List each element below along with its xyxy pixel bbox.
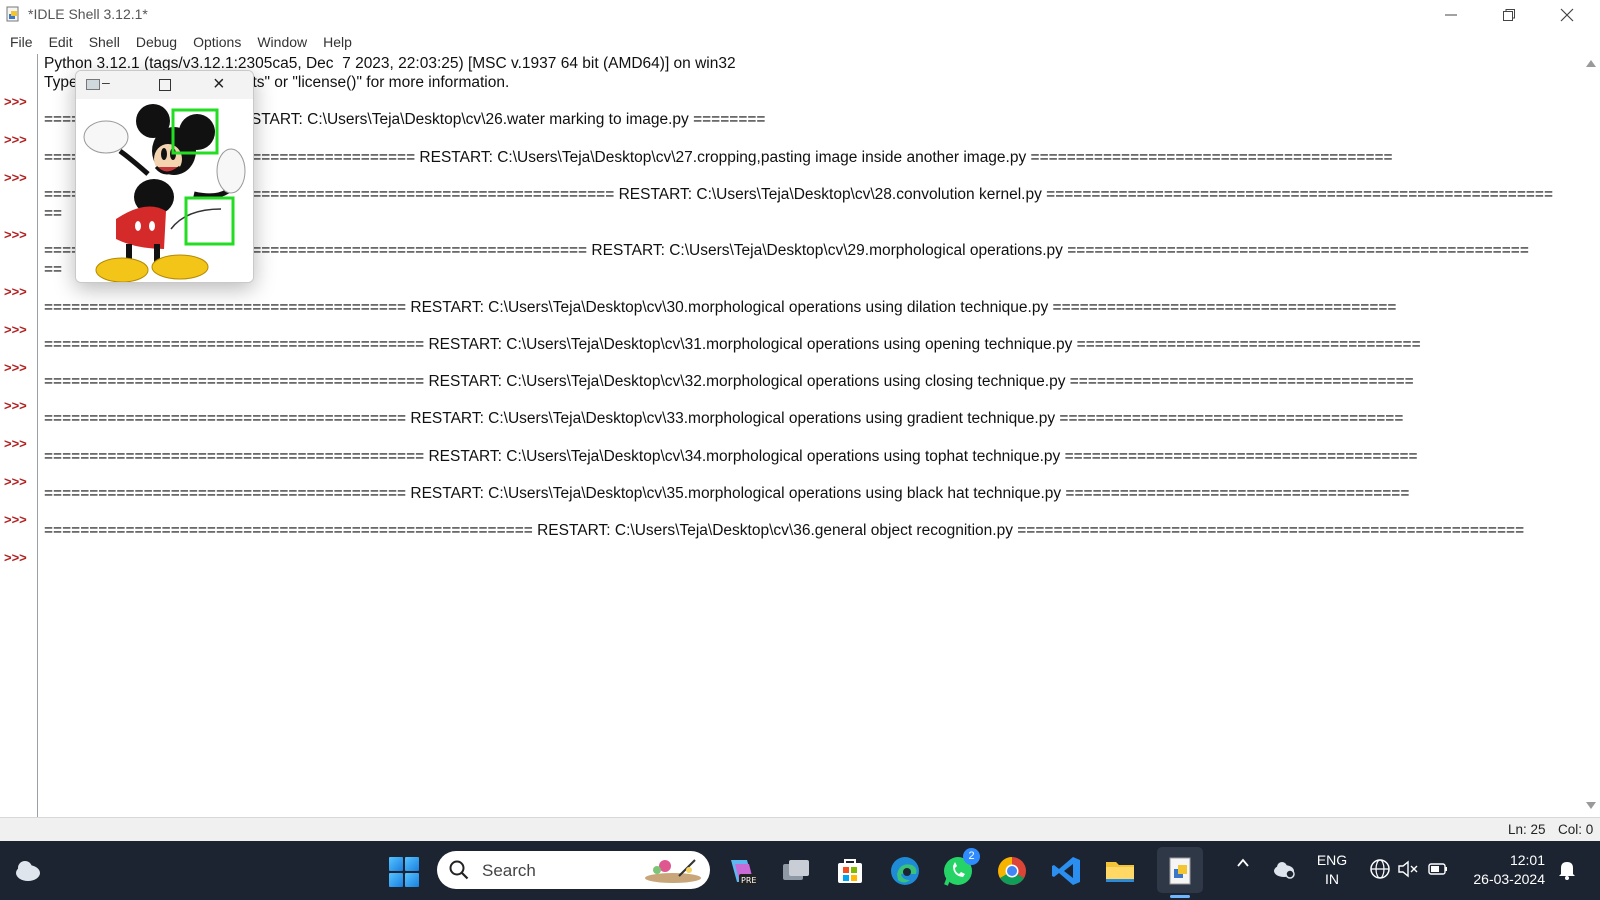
output-line: ========================================… bbox=[44, 522, 1525, 539]
menu-shell[interactable]: Shell bbox=[83, 34, 126, 50]
shell-prompt: >>> bbox=[4, 322, 27, 337]
window-app-icon bbox=[86, 79, 100, 90]
notification-bell-icon[interactable] bbox=[1555, 857, 1579, 881]
search-icon bbox=[449, 860, 469, 880]
search-highlight-art-icon bbox=[645, 859, 701, 883]
output-line: ========================================… bbox=[44, 448, 1418, 465]
shell-prompt: >>> bbox=[4, 227, 27, 242]
svg-text:PRE: PRE bbox=[741, 876, 756, 885]
minimize-button[interactable] bbox=[1422, 0, 1480, 29]
output-line: ========================================… bbox=[44, 336, 1421, 353]
output-line: == bbox=[44, 261, 63, 278]
line-number: Ln: 25 bbox=[1508, 822, 1546, 837]
clock-date: 26-03-2024 bbox=[1473, 871, 1545, 887]
shell-prompt: >>> bbox=[4, 436, 27, 451]
whatsapp-button[interactable]: 2 bbox=[941, 848, 980, 888]
minimize-icon[interactable]: – bbox=[102, 74, 110, 90]
output-line: ========================================… bbox=[44, 299, 1397, 316]
shell-prompt: >>> bbox=[4, 284, 27, 299]
close-button[interactable] bbox=[1538, 0, 1596, 29]
shell-prompt: >>> bbox=[4, 550, 27, 565]
store-icon[interactable] bbox=[833, 854, 867, 888]
output-line: ========================================… bbox=[44, 410, 1404, 427]
language-code: ENG bbox=[1316, 852, 1348, 868]
taskbar-search-box[interactable]: Search bbox=[437, 851, 710, 889]
output-line: ========================================… bbox=[44, 373, 1414, 390]
shell-prompt: >>> bbox=[4, 398, 27, 413]
scroll-up-arrow-icon[interactable] bbox=[1586, 60, 1596, 67]
copilot-icon[interactable]: PRE bbox=[725, 854, 759, 888]
shell-prompt: >>> bbox=[4, 170, 27, 185]
scroll-down-arrow-icon[interactable] bbox=[1586, 802, 1596, 809]
start-icon[interactable] bbox=[389, 857, 419, 887]
python-idle-icon[interactable] bbox=[1163, 854, 1197, 888]
menu-options[interactable]: Options bbox=[187, 34, 247, 50]
shell-prompt: >>> bbox=[4, 94, 27, 109]
menu-debug[interactable]: Debug bbox=[130, 34, 183, 50]
output-line: ========================================… bbox=[44, 242, 1529, 259]
output-line: == bbox=[44, 205, 63, 222]
column-number: Col: 0 bbox=[1558, 822, 1594, 837]
onedrive-icon[interactable] bbox=[1272, 857, 1296, 881]
output-line: ========================================… bbox=[44, 186, 1554, 203]
weather-icon[interactable] bbox=[14, 857, 42, 883]
language-indicator[interactable]: ENG IN bbox=[1314, 851, 1350, 889]
mickey-mouse-image bbox=[76, 99, 253, 282]
shell-prompt: >>> bbox=[4, 360, 27, 375]
output-line: ========================================… bbox=[44, 485, 1410, 502]
speaker-muted-icon[interactable] bbox=[1396, 857, 1420, 881]
restore-icon bbox=[1503, 8, 1515, 21]
file-explorer-icon[interactable] bbox=[1103, 854, 1137, 888]
shell-prompt: >>> bbox=[4, 132, 27, 147]
close-icon[interactable]: × bbox=[213, 73, 225, 96]
status-bar: Ln: 25 Col: 0 bbox=[0, 817, 1600, 841]
taskbar: Search PRE 2 ENG IN 12:01 26-03-2024 bbox=[0, 841, 1600, 900]
edge-icon[interactable] bbox=[888, 854, 922, 888]
shell-output[interactable]: Python 3.12.1 (tags/v3.12.1:2305ca5, Dec… bbox=[40, 54, 1580, 817]
battery-icon[interactable] bbox=[1426, 857, 1450, 881]
minimize-icon bbox=[1445, 14, 1457, 15]
vscode-icon[interactable] bbox=[1049, 854, 1083, 888]
active-indicator bbox=[1170, 895, 1190, 898]
menu-file[interactable]: File bbox=[4, 34, 39, 50]
prompt-gutter: >>> >>> >>> >>> >>> >>> >>> >>> >>> >>> … bbox=[0, 54, 38, 817]
region-code: IN bbox=[1325, 871, 1339, 887]
menu-window[interactable]: Window bbox=[251, 34, 313, 50]
clock[interactable]: 12:01 26-03-2024 bbox=[1465, 851, 1545, 889]
shell-prompt: >>> bbox=[4, 512, 27, 527]
show-hidden-icons-chevron-icon[interactable] bbox=[1235, 855, 1251, 876]
clock-time: 12:01 bbox=[1509, 852, 1545, 868]
chrome-icon[interactable] bbox=[995, 854, 1029, 888]
window-title: *IDLE Shell 3.12.1* bbox=[28, 6, 148, 22]
menu-bar: File Edit Shell Debug Options Window Hel… bbox=[0, 29, 1600, 54]
task-view-icon[interactable] bbox=[779, 854, 813, 888]
close-icon bbox=[1560, 8, 1574, 21]
menu-help[interactable]: Help bbox=[317, 34, 358, 50]
shell-prompt: >>> bbox=[4, 474, 27, 489]
search-label: Search bbox=[482, 861, 536, 880]
title-bar: *IDLE Shell 3.12.1* bbox=[0, 0, 1600, 29]
menu-edit[interactable]: Edit bbox=[43, 34, 79, 50]
image-output-window[interactable]: – × bbox=[75, 70, 254, 283]
vertical-scrollbar[interactable] bbox=[1582, 54, 1600, 817]
network-globe-icon[interactable] bbox=[1368, 857, 1392, 881]
notification-badge: 2 bbox=[963, 848, 980, 865]
maximize-button[interactable] bbox=[1480, 0, 1538, 29]
image-window-titlebar[interactable]: – × bbox=[76, 71, 253, 99]
maximize-icon[interactable] bbox=[159, 79, 171, 91]
idle-app-icon bbox=[6, 6, 19, 22]
